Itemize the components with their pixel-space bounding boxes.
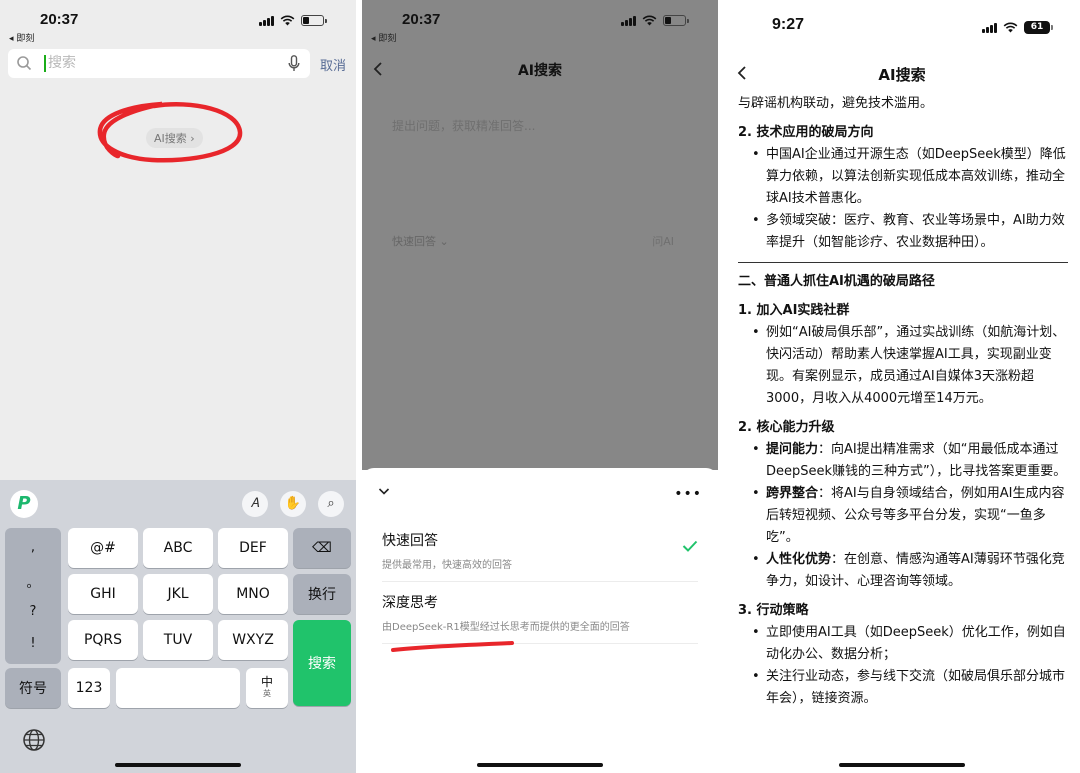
punct-question-key[interactable]: ? [5,604,61,619]
punct-comma-key[interactable]: , [5,540,61,555]
punctuation-column[interactable]: , 。 ? ! [5,528,61,664]
checkmark-icon [682,540,698,552]
list-item: 中国AI企业通过开源生态（如DeepSeek模型）降低算力依赖，以算法创新实现低… [738,144,1068,210]
section-heading: 3. 行动策略 [738,603,809,618]
status-time: 20:37 [402,11,441,28]
wifi-icon [642,15,657,26]
keyboard-toolbar: P 𝐴 ✋ ⌕ [0,480,356,526]
battery-icon [663,15,689,26]
globe-icon[interactable] [22,728,46,752]
keyboard-search-icon[interactable]: ⌕ [318,491,344,517]
key-tuv[interactable]: TUV [143,620,213,660]
red-underline-annotation [391,641,514,652]
key-ghi[interactable]: GHI [68,574,138,614]
search-bar[interactable] [8,49,310,78]
cellular-signal-icon [982,22,997,33]
key-pqrs[interactable]: PQRS [68,620,138,660]
lang-en-label: 英 [263,689,271,698]
status-icons [259,15,327,26]
item-label: 提问能力 [766,442,819,457]
list-item: 跨界整合：将AI与自身领域结合，例如用AI生成内容后转短视频、公众号等多平台分发… [738,483,1068,549]
back-to-app-link[interactable]: ◂ 即刻 [9,31,34,44]
ask-ai-button[interactable]: 问AI [652,233,674,249]
space-key[interactable] [116,668,240,708]
section-heading: 2. 核心能力升级 [738,420,835,435]
status-bar: 20:37 ◂ 即刻 [362,10,718,44]
home-indicator[interactable] [115,763,241,767]
divider [738,262,1068,263]
list-item: 人性化优势：在创意、情感沟通等AI薄弱环节强化竞争力，如设计、心理咨询等领域。 [738,549,1068,593]
list-item: 立即使用AI工具（如DeepSeek）优化工作，例如自动化办公、数据分析； [738,622,1068,666]
article-line: 与辟谣机构联动，避免技术滥用。 [738,96,934,111]
key-def[interactable]: DEF [218,528,288,568]
item-label: 跨界整合 [766,486,819,501]
lang-zh-label: 中 [260,675,273,689]
gesture-icon[interactable]: ✋ [280,491,306,517]
back-to-app-link[interactable]: ◂ 即刻 [371,31,396,44]
ai-search-mode-screen: 20:37 ◂ 即刻 AI搜索 提出问题，获取精准回答... 快速回答 ⌄ 问A… [362,0,718,773]
answer-mode-sheet: ••• 快速回答 提供最常用，快速高效的回答 深度思考 由DeepSeek-R1… [362,468,718,773]
divider [382,581,698,582]
text-caret [44,55,46,72]
list-item: 关注行业动态，参与线下交流（如破局俱乐部分城市年会），链接资源。 [738,666,1068,710]
status-bar: 20:37 ◂ 即刻 [0,10,356,44]
option-deep-thinking[interactable]: 深度思考 由DeepSeek-R1模型经过长思考而提供的更全面的回答 [382,592,698,633]
section-heading: 2. 技术应用的破局方向 [738,125,874,140]
option-description: 提供最常用，快速高效的回答 [382,560,512,571]
item-label: 人性化优势 [766,552,832,567]
search-icon [17,56,32,71]
keyboard: P 𝐴 ✋ ⌕ , 。 ? ! @# ABC DEF ⌫ GHI JKL MNO… [0,480,356,773]
numbers-key[interactable]: 123 [68,668,110,708]
search-input[interactable] [48,52,268,74]
punct-exclaim-key[interactable]: ! [5,636,61,651]
symbols-key[interactable]: 符号 [5,668,61,708]
article-body: 与辟谣机构联动，避免技术滥用。 2. 技术应用的破局方向 中国AI企业通过开源生… [738,93,1068,710]
language-switch-key[interactable]: 中 英 [246,668,288,708]
search-screen: 20:37 ◂ 即刻 取消 AI搜索 › P 𝐴 ✋ ⌕ , 。 ? ! @# [0,0,356,773]
cellular-signal-icon [621,15,636,26]
option-quick-answer[interactable]: 快速回答 提供最常用，快速高效的回答 [382,530,698,571]
microphone-icon[interactable] [288,55,300,72]
cellular-signal-icon [259,15,274,26]
key-symbols-at[interactable]: @# [68,528,138,568]
search-key[interactable]: 搜索 [293,620,351,706]
list-item: 提问能力：向AI提出精准需求（如“用最低成本通过DeepSeek赚钱的三种方式”… [738,439,1068,483]
status-icons [621,15,689,26]
home-indicator[interactable] [477,763,603,767]
status-icons: 61 [982,21,1053,34]
part-heading: 二、普通人抓住AI机遇的破局路径 [738,274,935,289]
option-title: 快速回答 [382,533,438,549]
wifi-icon [1003,22,1018,33]
battery-icon [301,15,327,26]
key-wxyz[interactable]: WXYZ [218,620,288,660]
wifi-icon [280,15,295,26]
section-heading: 1. 加入AI实践社群 [738,303,850,318]
key-mno[interactable]: MNO [218,574,288,614]
answer-mode-dropdown[interactable]: 快速回答 ⌄ [392,233,449,249]
more-options-icon[interactable]: ••• [674,486,702,502]
page-title: AI搜索 [517,63,563,79]
delete-key[interactable]: ⌫ [293,528,351,568]
option-title: 深度思考 [382,595,438,611]
cancel-button[interactable]: 取消 [320,55,346,74]
status-time: 20:37 [40,11,79,28]
list-item: 例如“AI破局俱乐部”，通过实战训练（如航海计划、快闪活动）帮助素人快速掌握AI… [738,322,1068,410]
key-abc[interactable]: ABC [143,528,213,568]
ai-search-result-screen: 9:27 61 AI搜索 与辟谣机构联动，避免技术滥用。 2. 技术应用的破局方… [724,0,1080,773]
punct-period-key[interactable]: 。 [5,572,61,591]
question-input-placeholder[interactable]: 提出问题，获取精准回答... [392,117,535,134]
option-description: 由DeepSeek-R1模型经过长思考而提供的更全面的回答 [382,622,630,633]
collapse-chevron-icon[interactable] [378,486,390,496]
keyboard-logo-icon[interactable]: P [10,490,38,518]
battery-icon: 61 [1024,21,1053,34]
ai-search-entry[interactable]: AI搜索 › [146,128,203,148]
handwriting-icon[interactable]: 𝐴 [242,491,268,517]
status-bar: 61 [724,16,1080,46]
key-jkl[interactable]: JKL [143,574,213,614]
home-indicator[interactable] [839,763,965,767]
newline-key[interactable]: 换行 [293,574,351,614]
list-item: 多领域突破：医疗、教育、农业等场景中，AI助力效率提升（如智能诊疗、农业数据种田… [738,210,1068,254]
page-title: AI搜索 [878,66,926,84]
